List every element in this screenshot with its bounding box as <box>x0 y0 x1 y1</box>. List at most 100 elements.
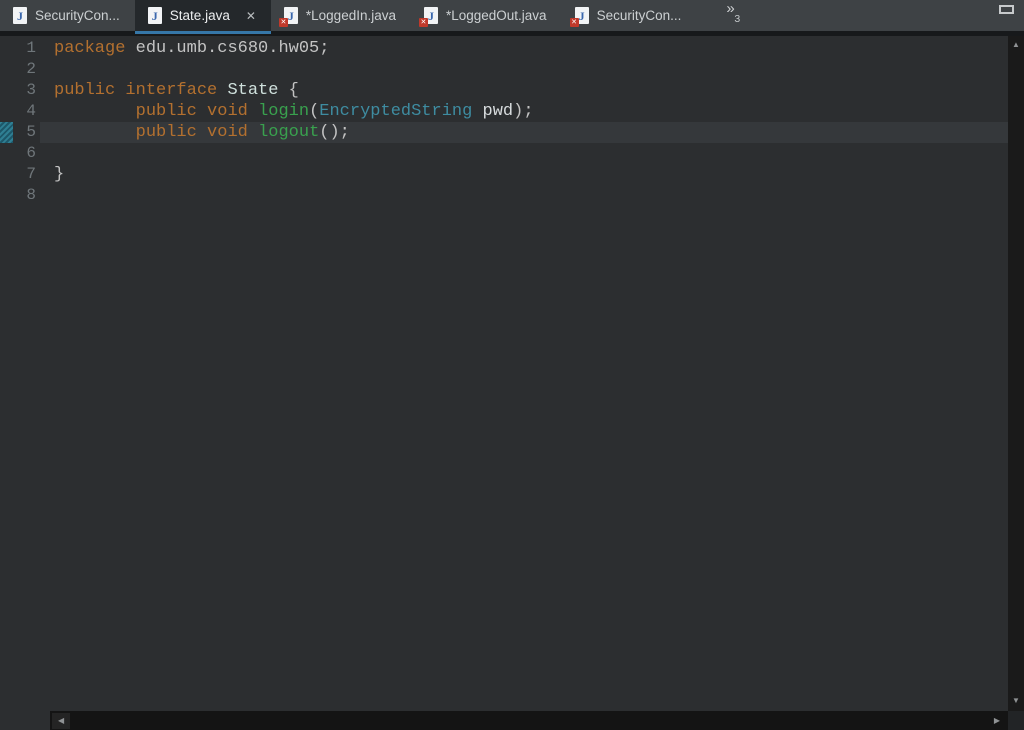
java-file-icon: J <box>147 7 162 24</box>
code-line-row: 4 public void login(EncryptedString pwd)… <box>0 101 1008 122</box>
annotation-ruler-cell <box>0 143 16 164</box>
maximize-rect-glyph <box>999 5 1014 14</box>
code-token-keyword: interface <box>125 81 218 100</box>
java-letter-glyph: J <box>427 8 434 23</box>
code-line[interactable]: public void logout(); <box>40 122 1008 143</box>
java-letter-glyph: J <box>287 8 294 23</box>
eclipse-editor-window: J SecurityCon... J State.java ✕ J ✕ *LoggedIn.j… <box>0 0 1024 730</box>
code-token-method: login <box>258 102 310 121</box>
code-token-plain: { <box>278 81 299 100</box>
annotation-ruler-cell <box>0 59 16 80</box>
code-token-plain: edu.umb.cs680.hw05; <box>125 39 330 58</box>
code-token-plain: ); <box>513 102 534 121</box>
code-line[interactable] <box>40 59 1008 80</box>
code-line-row: 6 <box>0 143 1008 164</box>
tab-label: SecurityCon... <box>596 8 682 23</box>
code-line-row: 7} <box>0 164 1008 185</box>
java-file-icon: J ✕ <box>418 7 438 27</box>
code-line-row: 1 package edu.umb.cs680.hw05; <box>0 38 1008 59</box>
line-number: 7 <box>26 165 36 183</box>
code-token-keyword: package <box>54 39 126 58</box>
horizontal-scrollbar[interactable]: ◀ ▶ <box>50 711 1008 730</box>
java-letter-glyph: J <box>151 8 158 23</box>
tab-label: SecurityCon... <box>35 8 120 23</box>
editor-tab[interactable]: J ✕ *LoggedOut.java <box>411 0 562 31</box>
code-token-keyword: public <box>54 81 116 100</box>
code-line[interactable] <box>40 185 1008 206</box>
editor-tab[interactable]: J ✕ *LoggedIn.java <box>271 0 411 31</box>
code-line[interactable]: package edu.umb.cs680.hw05; <box>40 38 1008 59</box>
tab-label: *LoggedOut.java <box>445 8 547 23</box>
java-file-icon: J ✕ <box>278 7 298 27</box>
editor-tab[interactable]: J ✕ SecurityCon... <box>562 0 697 31</box>
code-token-keyword: void <box>207 102 248 121</box>
chevron-double-right-icon: » <box>726 0 734 17</box>
line-number: 1 <box>26 39 36 57</box>
error-badge-icon: ✕ <box>569 18 579 27</box>
editor-bottom-bar: ◀ ▶ <box>0 711 1024 730</box>
editor-tab[interactable]: J SecurityCon... <box>0 0 135 31</box>
code-line[interactable]: } <box>40 164 1008 185</box>
code-line-row: 2 <box>0 59 1008 80</box>
editor-tab[interactable]: J State.java ✕ <box>134 0 271 34</box>
annotation-ruler-cell <box>0 164 16 185</box>
code-line[interactable]: public interface State { <box>40 80 1008 101</box>
code-token-plain: ( <box>309 102 320 121</box>
code-token-method: logout <box>258 123 320 142</box>
code-token-plain: (); <box>319 123 350 142</box>
java-file-icon: J ✕ <box>569 7 589 27</box>
code-line-row: 5 public void logout(); <box>0 122 1008 143</box>
line-number: 2 <box>26 60 36 78</box>
code-line-row: 8 <box>0 185 1008 206</box>
editor-main-area: 1 package edu.umb.cs680.hw05; 2 3 public int… <box>0 36 1024 711</box>
scroll-up-icon[interactable]: ▲ <box>1012 40 1020 50</box>
code-token-keyword: public <box>135 102 197 121</box>
tab-label: State.java <box>169 8 230 23</box>
code-token-plain: } <box>54 165 65 184</box>
annotation-ruler-cell <box>0 38 16 59</box>
annotation-ruler-cell <box>0 80 16 101</box>
error-badge-icon: ✕ <box>278 18 288 27</box>
code-token-param: pwd <box>482 102 514 121</box>
line-number: 4 <box>26 102 36 120</box>
scroll-left-icon[interactable]: ◀ <box>52 712 71 729</box>
editor-tab-bar: J SecurityCon... J State.java ✕ J ✕ *LoggedIn.j… <box>0 0 1024 36</box>
java-file-icon: J <box>13 7 27 24</box>
code-editor[interactable]: 1 package edu.umb.cs680.hw05; 2 3 public int… <box>0 36 1008 711</box>
vertical-scrollbar[interactable]: ▲ ▼ <box>1008 36 1024 711</box>
error-badge-icon: ✕ <box>418 18 428 27</box>
code-token-type: EncryptedString <box>319 102 473 121</box>
ruler-bottom-spacer <box>0 711 50 730</box>
tab-list: J SecurityCon... J State.java ✕ J ✕ *LoggedIn.j… <box>0 0 696 36</box>
code-token-iface: State <box>227 81 279 100</box>
code-line[interactable] <box>40 143 1008 164</box>
code-token-keyword: void <box>207 123 248 142</box>
tab-overflow-button[interactable]: » 3 <box>726 0 741 25</box>
scroll-right-icon[interactable]: ▶ <box>988 713 1006 729</box>
line-number: 3 <box>26 81 36 99</box>
annotation-ruler-cell <box>0 185 16 206</box>
line-number: 5 <box>26 123 36 141</box>
line-number: 8 <box>26 186 36 204</box>
tab-label: *LoggedIn.java <box>305 8 396 23</box>
tab-overflow-count: 3 <box>734 13 741 25</box>
scrollbar-corner <box>1008 711 1024 730</box>
annotation-ruler-cell <box>0 101 16 122</box>
tab-close-icon[interactable]: ✕ <box>246 9 256 23</box>
code-line-row: 3 public interface State { <box>0 80 1008 101</box>
maximize-icon[interactable] <box>999 5 1014 14</box>
scroll-down-icon[interactable]: ▼ <box>1012 696 1020 706</box>
java-letter-glyph: J <box>578 8 585 23</box>
code-token-keyword: public <box>135 123 197 142</box>
code-line[interactable]: public void login(EncryptedString pwd); <box>40 101 1008 122</box>
line-number: 6 <box>26 144 36 162</box>
